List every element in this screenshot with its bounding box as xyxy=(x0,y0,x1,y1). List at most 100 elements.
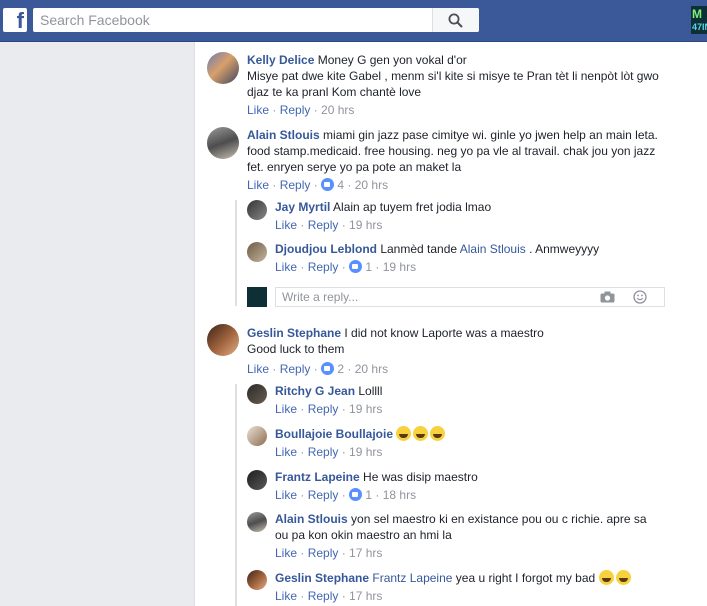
reply-actions: Like · Reply · 19 hrs xyxy=(275,218,383,232)
like-link[interactable]: Like xyxy=(275,546,297,560)
comment-author[interactable]: Alain Stlouis xyxy=(247,128,320,142)
laughing-emoji-icon xyxy=(615,570,631,585)
current-user-avatar xyxy=(247,287,267,307)
comment-timestamp[interactable]: 20 hrs xyxy=(355,178,388,192)
like-link[interactable]: Like xyxy=(275,445,297,459)
reply-timestamp[interactable]: 19 hrs xyxy=(349,218,382,232)
like-link[interactable]: Like xyxy=(247,362,269,376)
reply-timestamp[interactable]: 19 hrs xyxy=(349,445,382,459)
search-button[interactable] xyxy=(432,8,479,32)
reply-timestamp[interactable]: 19 hrs xyxy=(349,402,382,416)
comments-panel: Kelly Delice Money G gen yon vokal d'or … xyxy=(194,42,707,606)
like-count[interactable]: 4 xyxy=(337,178,344,192)
reply-timestamp[interactable]: 19 hrs xyxy=(383,260,416,274)
like-link[interactable]: Like xyxy=(275,218,297,232)
reply-actions: Like · Reply · 1 · 19 hrs xyxy=(275,260,417,274)
top-navigation-bar: f M 47IN xyxy=(0,0,707,42)
reply-text-after: . Anmweyyyy xyxy=(529,242,600,256)
avatar[interactable] xyxy=(247,426,267,446)
search-input[interactable] xyxy=(33,8,436,32)
reply-link[interactable]: Reply xyxy=(308,488,339,502)
reply-author[interactable]: Frantz Lapeine xyxy=(275,470,360,484)
like-reaction-icon xyxy=(321,362,335,375)
laughing-emoji-icon xyxy=(413,426,429,441)
mention-link[interactable]: Frantz Lapeine xyxy=(372,571,452,585)
avatar[interactable] xyxy=(247,512,267,532)
reply-author[interactable]: Jay Myrtil xyxy=(275,200,330,214)
reply-actions: Like · Reply · 17 hrs xyxy=(275,589,383,603)
avatar[interactable] xyxy=(247,242,267,262)
comment-text: I did not know Laporte was a maestro xyxy=(344,326,544,340)
laughing-emoji-icon xyxy=(430,426,446,441)
reply-link[interactable]: Reply xyxy=(308,218,339,232)
like-link[interactable]: Like xyxy=(275,589,297,603)
like-link[interactable]: Like xyxy=(275,488,297,502)
like-link[interactable]: Like xyxy=(275,402,297,416)
reply-input[interactable] xyxy=(276,288,602,306)
like-link[interactable]: Like xyxy=(247,103,269,117)
comment-actions: Like · Reply · 20 hrs xyxy=(247,103,355,117)
emoji-picker-icon[interactable] xyxy=(633,290,647,304)
reply: Djoudjou Leblond Lanmèd tande Alain Stlo… xyxy=(275,241,675,257)
comment-author[interactable]: Geslin Stephane xyxy=(247,326,341,340)
like-reaction-icon xyxy=(349,260,363,273)
laughing-emoji-icon xyxy=(598,570,614,585)
reply-link[interactable]: Reply xyxy=(280,362,311,376)
reply-author[interactable]: Djoudjou Leblond xyxy=(275,242,377,256)
reply: Alain Stlouis yon sel maestro ki en exis… xyxy=(275,511,655,543)
avatar[interactable] xyxy=(207,127,239,159)
profile-avatar[interactable]: M 47IN xyxy=(691,6,707,34)
comment-text-line2: Misye pat dwe kite Gabel , menm si'l kit… xyxy=(247,69,659,99)
reply: Jay Myrtil Alain ap tuyem fret jodia lma… xyxy=(275,199,675,215)
like-link[interactable]: Like xyxy=(275,260,297,274)
reply-author[interactable]: Alain Stlouis xyxy=(275,512,348,526)
reply-text: Lanmèd tande xyxy=(380,242,458,256)
reply-thread-line xyxy=(235,384,237,606)
reply: Frantz Lapeine He was disip maestro xyxy=(275,469,675,485)
reply: Ritchy G Jean Lollll xyxy=(275,383,675,399)
reply-actions: Like · Reply · 1 · 18 hrs xyxy=(275,488,417,502)
comment-timestamp[interactable]: 20 hrs xyxy=(355,362,388,376)
reply-timestamp[interactable]: 17 hrs xyxy=(349,589,382,603)
mention-link[interactable]: Alain Stlouis xyxy=(460,242,526,256)
like-link[interactable]: Like xyxy=(247,178,269,192)
comment-author[interactable]: Kelly Delice xyxy=(247,53,314,67)
avatar[interactable] xyxy=(247,570,267,590)
comment-text: Money G gen yon vokal d'or xyxy=(317,53,467,67)
reply-link[interactable]: Reply xyxy=(308,589,339,603)
avatar[interactable] xyxy=(247,384,267,404)
reply: Boullajoie Boullajoie xyxy=(275,426,675,442)
reply-actions: Like · Reply · 19 hrs xyxy=(275,402,383,416)
avatar[interactable] xyxy=(247,470,267,490)
reply-link[interactable]: Reply xyxy=(308,546,339,560)
reply-actions: Like · Reply · 17 hrs xyxy=(275,546,383,560)
search-bar xyxy=(33,8,479,32)
like-count[interactable]: 1 xyxy=(365,260,372,274)
reply-link[interactable]: Reply xyxy=(280,103,311,117)
reply-actions: Like · Reply · 19 hrs xyxy=(275,445,383,459)
avatar[interactable] xyxy=(207,52,239,84)
reply-thread-line xyxy=(235,200,237,306)
comment-timestamp[interactable]: 20 hrs xyxy=(321,103,354,117)
facebook-logo-icon[interactable]: f xyxy=(3,8,27,33)
avatar[interactable] xyxy=(207,324,239,356)
reply: Geslin Stephane Frantz Lapeine yea u rig… xyxy=(275,570,675,586)
avatar[interactable] xyxy=(247,200,267,220)
laughing-emoji-icon xyxy=(396,426,412,441)
reply-timestamp[interactable]: 18 hrs xyxy=(383,488,416,502)
like-count[interactable]: 2 xyxy=(337,362,344,376)
reply-link[interactable]: Reply xyxy=(308,402,339,416)
reply-composer xyxy=(275,287,665,307)
reply-link[interactable]: Reply xyxy=(308,445,339,459)
reply-timestamp[interactable]: 17 hrs xyxy=(349,546,382,560)
reply-author[interactable]: Ritchy G Jean xyxy=(275,384,355,398)
like-reaction-icon xyxy=(349,488,363,501)
reply-author[interactable]: Boullajoie Boullajoie xyxy=(275,427,393,441)
reply-text: Lollll xyxy=(358,384,383,398)
like-count[interactable]: 1 xyxy=(365,488,372,502)
comment: Kelly Delice Money G gen yon vokal d'or … xyxy=(247,52,667,100)
reply-link[interactable]: Reply xyxy=(280,178,311,192)
camera-icon[interactable] xyxy=(600,291,615,303)
reply-link[interactable]: Reply xyxy=(308,260,339,274)
reply-author[interactable]: Geslin Stephane xyxy=(275,571,369,585)
